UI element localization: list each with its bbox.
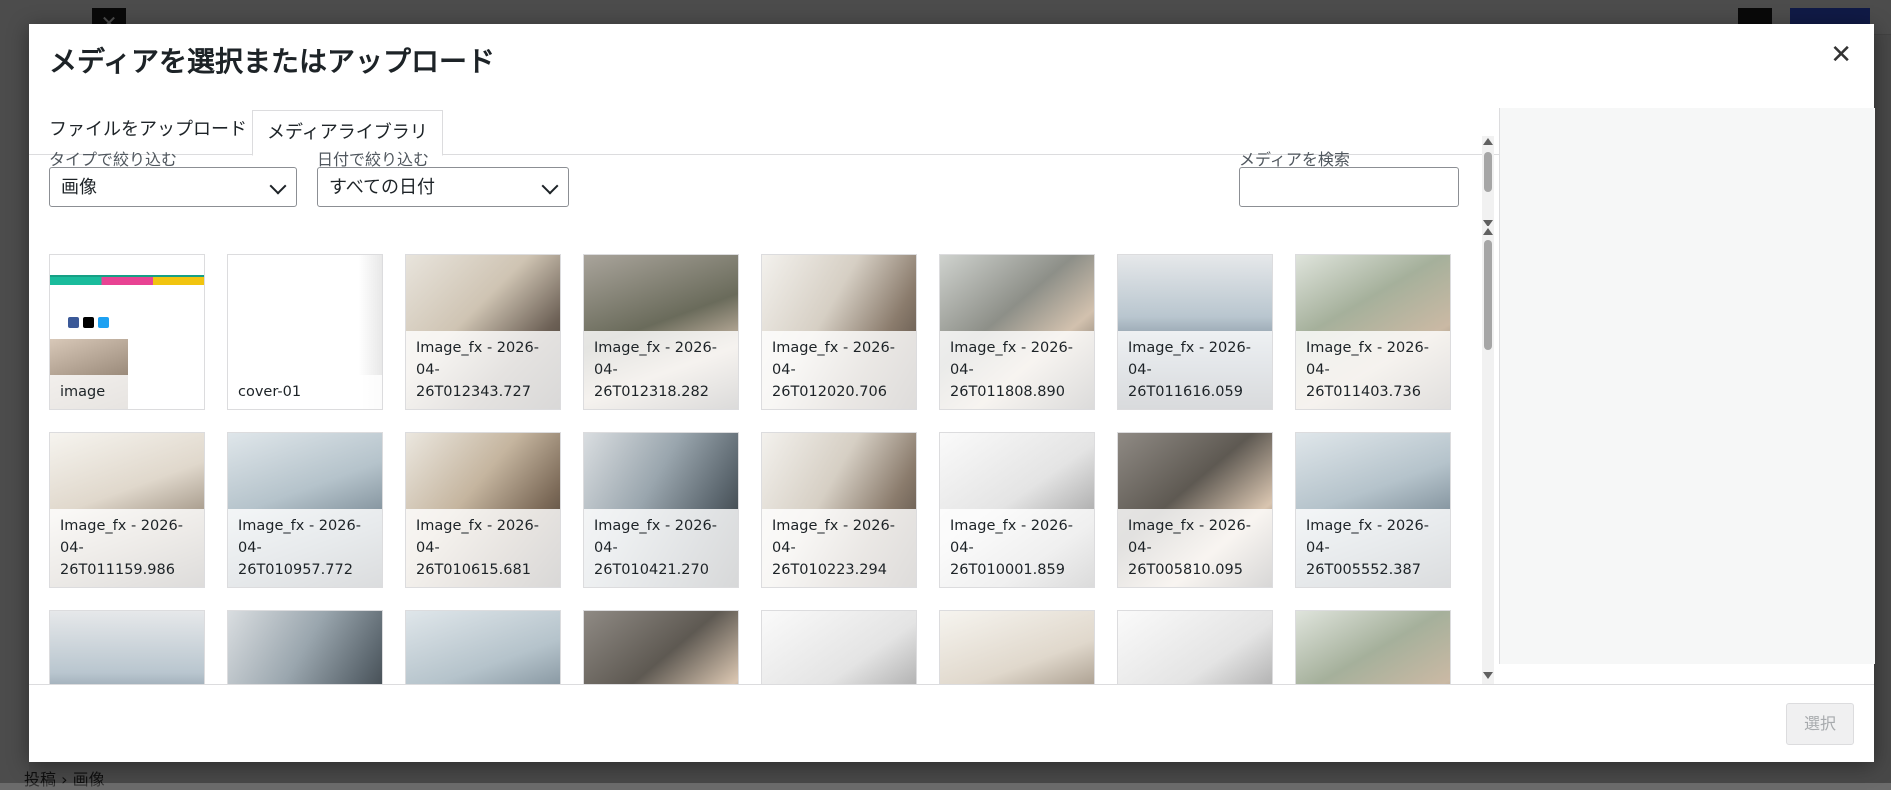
attachment-details-sidebar	[1499, 108, 1875, 664]
scroll-up-arrow-icon[interactable]	[1483, 138, 1493, 145]
media-thumbnail[interactable]: Image_fx - 2026-04-26T005552.387	[1295, 432, 1451, 588]
close-icon[interactable]: ✕	[1830, 42, 1852, 68]
media-thumbnail[interactable]: Image_fx - 2026-04-26T010957.772	[227, 432, 383, 588]
media-thumbnail[interactable]: Image_fx - 2026-04-26T012318.282	[583, 254, 739, 410]
modal-footer: 選択	[29, 684, 1874, 762]
modal-title: メディアを選択またはアップロード	[49, 45, 496, 78]
media-caption: Image_fx - 2026-04-26T012020.706	[762, 331, 916, 409]
media-thumbnail[interactable]: Image_fx - 2026-04-26T012020.706	[761, 254, 917, 410]
media-thumbnail[interactable]: Image_fx - 2026-04-26T012343.727	[405, 254, 561, 410]
media-caption: Image_fx - 2026-04-26T011159.986	[50, 509, 204, 587]
media-caption: Image_fx - 2026-04-26T005810.095	[1118, 509, 1272, 587]
media-caption: Image_fx - 2026-04-26T010421.270	[584, 509, 738, 587]
social-icon	[98, 317, 109, 328]
media-thumbnail[interactable]: image	[49, 254, 205, 410]
attachments-grid[interactable]: image cover-01 Image_fx - 2026-04-26T01234…	[29, 154, 1479, 709]
media-caption: Image_fx - 2026-04-26T010223.294	[762, 509, 916, 587]
social-icon	[83, 317, 94, 328]
media-caption: Image_fx - 2026-04-26T011403.736	[1296, 331, 1450, 409]
scroll-up-arrow-icon[interactable]	[1483, 228, 1493, 235]
site-banner	[50, 277, 204, 285]
media-thumbnail[interactable]: Image_fx - 2026-04-26T011616.059	[1117, 254, 1273, 410]
media-thumbnail[interactable]: Image_fx - 2026-04-26T010223.294	[761, 432, 917, 588]
media-thumbnail[interactable]: Image_fx - 2026-04-26T010001.859	[939, 432, 1095, 588]
media-caption: Image_fx - 2026-04-26T005552.387	[1296, 509, 1450, 587]
media-caption: Image_fx - 2026-04-26T010615.681	[406, 509, 560, 587]
select-button[interactable]: 選択	[1786, 703, 1854, 745]
scroll-down-arrow-icon[interactable]	[1483, 672, 1493, 679]
scrollbar-thumb[interactable]	[1484, 152, 1492, 192]
media-caption: Image_fx - 2026-04-26T011808.890	[940, 331, 1094, 409]
media-thumbnail[interactable]: Image_fx - 2026-04-26T011159.986	[49, 432, 205, 588]
media-caption: image	[50, 375, 204, 409]
media-thumbnail[interactable]: Image_fx - 2026-04-26T010421.270	[583, 432, 739, 588]
media-thumbnail[interactable]: Image_fx - 2026-04-26T011808.890	[939, 254, 1095, 410]
filter-scrollbar[interactable]	[1482, 136, 1494, 232]
media-caption: Image_fx - 2026-04-26T010957.772	[228, 509, 382, 587]
social-icon	[68, 317, 79, 328]
media-caption: cover-01	[228, 375, 382, 409]
media-thumbnail[interactable]: Image_fx - 2026-04-26T010615.681	[405, 432, 561, 588]
media-thumbnail[interactable]: Image_fx - 2026-04-26T005810.095	[1117, 432, 1273, 588]
media-thumbnail[interactable]: cover-01	[227, 254, 383, 410]
media-thumbnail[interactable]: Image_fx - 2026-04-26T011403.736	[1295, 254, 1451, 410]
media-caption: Image_fx - 2026-04-26T012343.727	[406, 331, 560, 409]
media-caption: Image_fx - 2026-04-26T010001.859	[940, 509, 1094, 587]
media-caption: Image_fx - 2026-04-26T011616.059	[1118, 331, 1272, 409]
grid-scrollbar[interactable]	[1482, 226, 1494, 684]
media-caption: Image_fx - 2026-04-26T012318.282	[584, 331, 738, 409]
scrollbar-thumb[interactable]	[1484, 240, 1492, 350]
media-modal: メディアを選択またはアップロード ✕ ファイルをアップロード メディアライブラリ…	[29, 24, 1875, 762]
